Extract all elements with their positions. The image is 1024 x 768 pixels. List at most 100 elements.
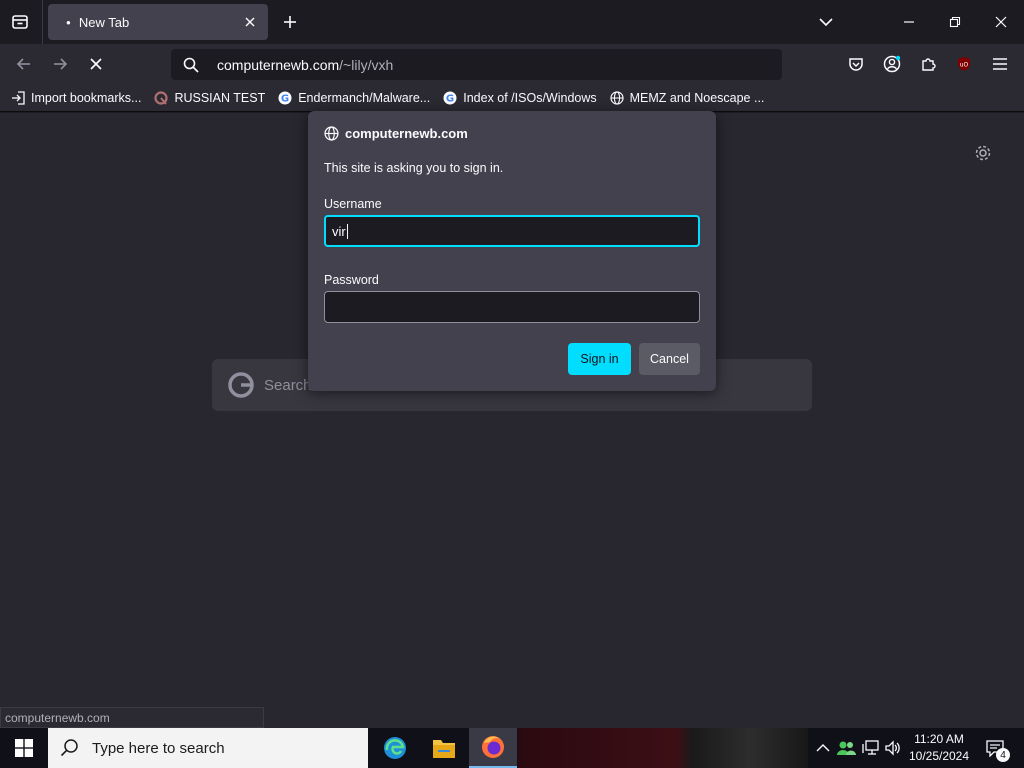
bookmark-label: RUSSIAN TEST [174, 90, 266, 105]
list-all-tabs-button[interactable] [809, 6, 843, 38]
clock-date: 10/25/2024 [908, 749, 970, 763]
text-caret [346, 223, 348, 239]
folder-icon [433, 740, 455, 758]
start-button[interactable] [0, 728, 48, 768]
taskbar-edge-button[interactable] [371, 728, 419, 768]
password-field[interactable] [324, 291, 700, 323]
account-icon [883, 55, 901, 73]
taskbar-clock[interactable]: 11:20 AM 10/25/2024 [906, 731, 972, 765]
bookmark-label: MEMZ and Noescape ... [629, 90, 765, 105]
dialog-origin-label: computernewb.com [345, 125, 468, 141]
url-bar[interactable]: computernewb.com/~lily/vxh [171, 49, 782, 80]
close-icon [995, 16, 1007, 28]
restore-button[interactable] [938, 6, 972, 38]
bookmarks-toolbar: Import bookmarks... RUSSIAN TEST G Ender… [0, 84, 1024, 112]
action-center-button[interactable]: 4 [980, 734, 1010, 762]
bookmark-import[interactable]: Import bookmarks... [10, 90, 141, 106]
tab-strip: ● New Tab [0, 0, 1024, 44]
hamburger-menu-icon [993, 58, 1007, 70]
taskbar-search-box[interactable]: Type here to search [48, 728, 368, 768]
firefox-icon [482, 736, 504, 758]
dialog-message: This site is asking you to sign in. [324, 161, 504, 175]
bookmark-label: Endermanch/Malware... [298, 90, 431, 105]
back-button[interactable] [10, 50, 38, 78]
password-label: Password [324, 273, 379, 287]
speaker-icon [885, 740, 900, 756]
people-icon [837, 741, 856, 755]
svg-text:G: G [446, 93, 454, 104]
extensions-button[interactable] [914, 50, 942, 78]
notification-count-badge: 4 [996, 748, 1010, 762]
chevron-up-icon [816, 744, 830, 752]
tab-loading-icon: ● [66, 17, 71, 27]
arrow-right-icon [54, 58, 68, 70]
pocket-button[interactable] [842, 50, 870, 78]
taskbar-firefox-button[interactable] [469, 728, 517, 768]
newtab-settings-button[interactable] [972, 142, 994, 164]
minimize-button[interactable] [892, 6, 926, 38]
app-menu-button[interactable] [986, 50, 1014, 78]
search-icon [183, 56, 201, 74]
globe-icon [324, 125, 340, 141]
tab-close-button[interactable] [238, 10, 262, 34]
close-window-button[interactable] [984, 6, 1018, 38]
stop-icon [90, 58, 102, 70]
show-hidden-icons-button[interactable] [813, 738, 833, 758]
plus-icon [284, 16, 296, 28]
ublock-origin-button[interactable]: uO [950, 50, 978, 78]
username-label: Username [324, 197, 382, 211]
url-path: /~lily/vxh [339, 56, 394, 73]
import-icon [10, 90, 26, 106]
status-panel: computernewb.com [0, 707, 264, 728]
forward-button[interactable] [46, 50, 74, 78]
globe-icon [609, 90, 625, 106]
stop-loading-button[interactable] [82, 50, 110, 78]
google-icon: G [277, 90, 293, 106]
minimize-icon [904, 21, 914, 23]
pocket-icon [849, 58, 863, 71]
puzzle-icon [922, 58, 936, 71]
tab-new-tab[interactable]: ● New Tab [48, 4, 268, 40]
windows-taskbar: Type here to search 11:20 AM 10/25/2024 … [0, 728, 1024, 768]
windows-logo-icon [15, 739, 33, 757]
bookmark-label: Import bookmarks... [31, 90, 142, 105]
taskbar-file-explorer-button[interactable] [420, 728, 468, 768]
ublock-origin-icon: uO [958, 57, 970, 71]
tray-people-button[interactable] [836, 738, 856, 758]
bookmark-endermanch-malware[interactable]: G Endermanch/Malware... [277, 90, 430, 106]
clock-time: 11:20 AM [914, 732, 964, 746]
dialog-origin: computernewb.com [324, 125, 468, 141]
bookmark-russian-test[interactable]: RUSSIAN TEST [153, 90, 265, 106]
edge-icon [384, 737, 406, 759]
sign-in-button[interactable]: Sign in [568, 343, 631, 375]
arrow-left-icon [16, 58, 30, 70]
cancel-button[interactable]: Cancel [639, 343, 700, 375]
url-text[interactable]: computernewb.com/~lily/vxh [217, 57, 393, 73]
tray-volume-button[interactable] [883, 738, 903, 758]
chevron-down-icon [819, 18, 833, 27]
bookmark-index-isos-windows[interactable]: G Index of /ISOs/Windows [442, 90, 597, 106]
new-tab-button[interactable] [276, 8, 304, 36]
url-host: computernewb.com [217, 56, 340, 73]
favicon-icon [153, 90, 169, 106]
gear-icon [975, 145, 991, 161]
bookmark-memz-noescape[interactable]: MEMZ and Noescape ... [609, 90, 765, 106]
network-icon [862, 740, 879, 755]
tab-separator [42, 0, 43, 44]
newtab-search-placeholder: Search [264, 376, 312, 394]
http-auth-dialog: computernewb.com This site is asking you… [308, 111, 716, 391]
restore-icon [949, 16, 961, 28]
firefox-view-icon [12, 15, 28, 29]
bookmark-label: Index of /ISOs/Windows [463, 90, 597, 105]
username-field[interactable]: vir [324, 215, 700, 247]
taskbar-search-placeholder: Type here to search [92, 739, 225, 757]
taskbar-background-area [518, 728, 808, 768]
tray-network-button[interactable] [861, 738, 881, 758]
username-value: vir [332, 223, 346, 239]
firefox-view-button[interactable] [6, 8, 34, 36]
account-button[interactable] [878, 50, 906, 78]
google-logo-icon [228, 372, 254, 398]
close-icon [245, 17, 255, 27]
tab-title: New Tab [78, 14, 130, 30]
google-icon: G [442, 90, 458, 106]
